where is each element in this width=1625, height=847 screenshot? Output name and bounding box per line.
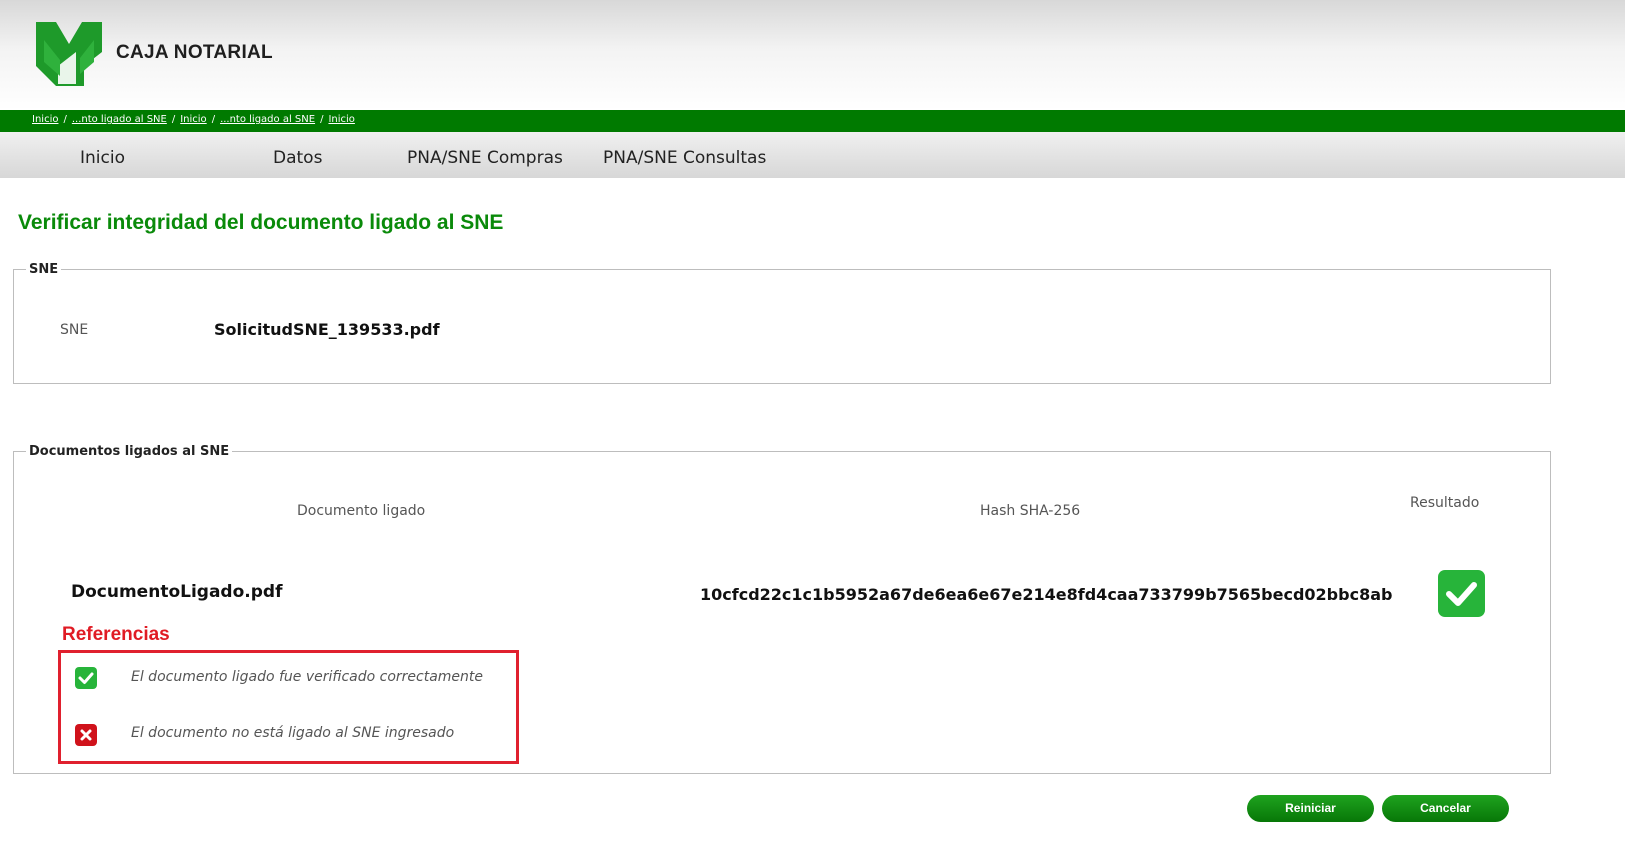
docs-section-legend: Documentos ligados al SNE (29, 444, 230, 459)
breadcrumb-link[interactable]: Inicio (32, 114, 58, 125)
column-header-document: Documento ligado (297, 503, 426, 519)
nav-item-datos[interactable]: Datos (273, 148, 322, 168)
brand-name: CAJA NOTARIAL (116, 42, 273, 63)
result-check-icon (1438, 570, 1485, 617)
column-header-hash: Hash SHA-256 (980, 503, 1081, 519)
breadcrumb-link[interactable]: Inicio (328, 114, 354, 125)
nav-item-pna-sne-consultas[interactable]: PNA/SNE Consultas (603, 148, 766, 168)
column-header-result: Resultado (1410, 495, 1480, 511)
caja-notarial-logo (36, 22, 102, 86)
breadcrumb-separator: / (63, 114, 67, 125)
reference-text-error: El documento no está ligado al SNE ingre… (131, 725, 455, 741)
breadcrumb-separator: / (171, 114, 176, 125)
reset-button[interactable]: Reiniciar (1247, 795, 1374, 822)
breadcrumb-link[interactable]: ...nto ligado al SNE (72, 114, 167, 125)
header: CAJA NOTARIAL (0, 0, 1625, 110)
breadcrumb: Inicio / ...nto ligado al SNE / Inicio / ...nt… (32, 114, 355, 125)
close-icon (75, 724, 97, 746)
sne-label: SNE (60, 322, 89, 338)
sne-section-legend: SNE (29, 262, 59, 277)
breadcrumb-link[interactable]: Inicio (180, 114, 206, 125)
check-icon (75, 667, 97, 689)
breadcrumb-separator: / (211, 114, 216, 125)
document-hash: 10cfcd22c1c1b5952a67de6ea6e67e214e8fd4ca… (700, 585, 1393, 604)
nav-item-inicio[interactable]: Inicio (80, 148, 125, 168)
main-nav: Inicio Datos PNA/SNE Compras PNA/SNE Con… (0, 132, 1625, 178)
page-title: Verificar integridad del documento ligad… (18, 211, 504, 234)
breadcrumb-separator: / (320, 114, 324, 125)
breadcrumb-bar: Inicio / ...nto ligado al SNE / Inicio / ...nt… (0, 110, 1625, 132)
references-box (58, 650, 519, 764)
cancel-button[interactable]: Cancelar (1382, 795, 1509, 822)
references-title: Referencias (62, 624, 170, 645)
nav-item-pna-sne-compras[interactable]: PNA/SNE Compras (407, 148, 563, 168)
breadcrumb-link[interactable]: ...nto ligado al SNE (220, 114, 315, 125)
reference-text-ok: El documento ligado fue verificado corre… (131, 669, 483, 685)
linked-document-name: DocumentoLigado.pdf (71, 582, 283, 602)
sne-file-name: SolicitudSNE_139533.pdf (214, 320, 440, 339)
